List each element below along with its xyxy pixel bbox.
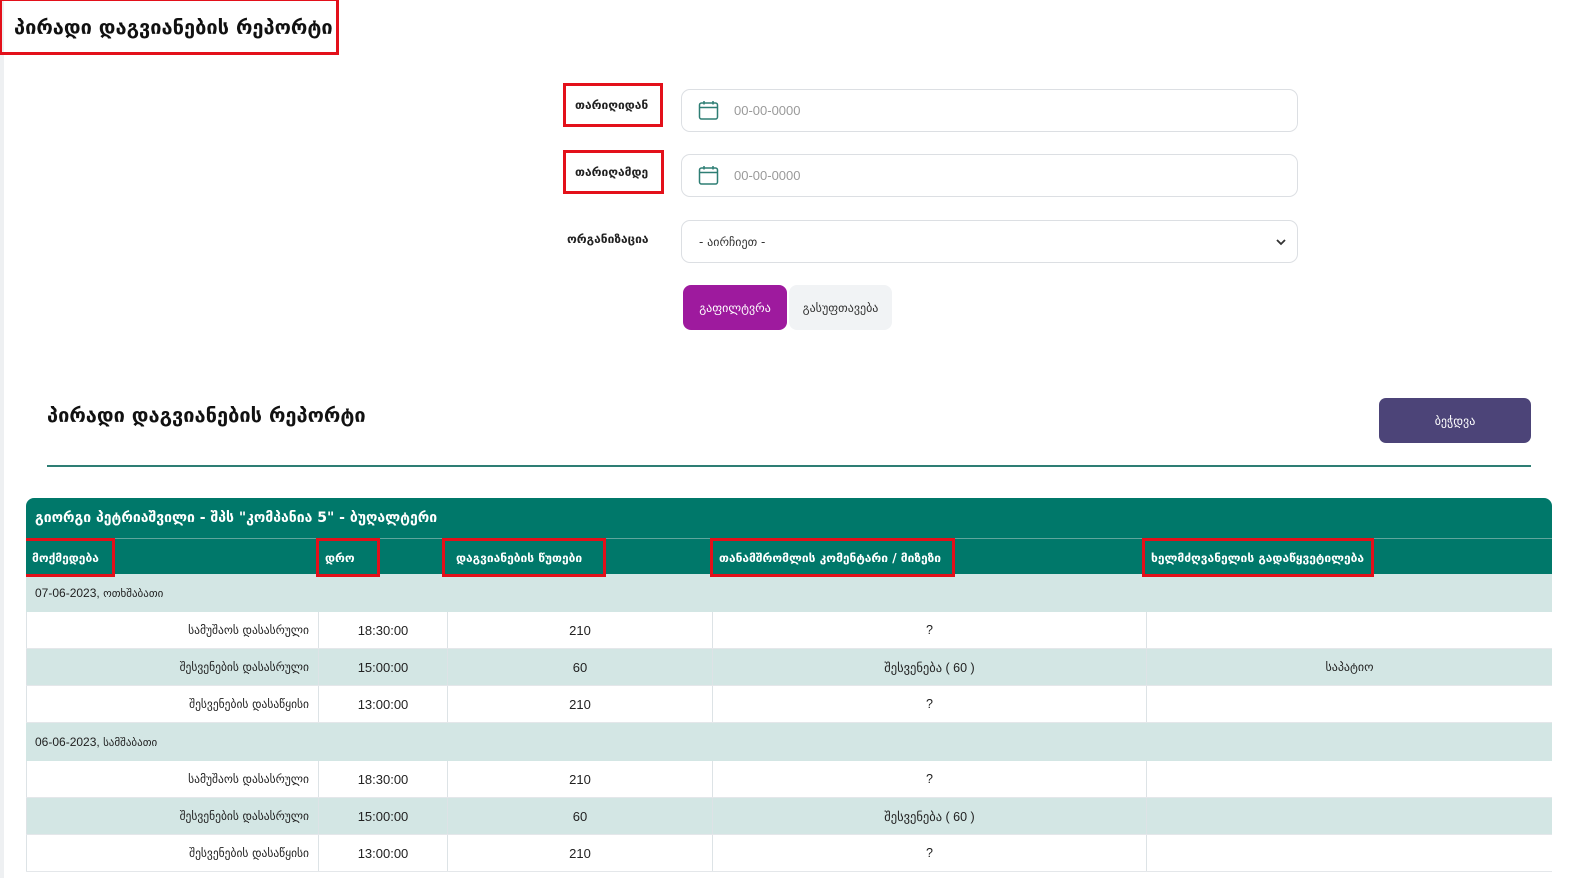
cell-employee-comment: შესვენება ( 60 ) — [713, 649, 1147, 685]
column-header-late-minutes: დაგვიანების წუთები — [442, 538, 606, 577]
cell-time: 13:00:00 — [319, 835, 448, 871]
organization-label: ორგანიზაცია — [567, 232, 649, 246]
date-to-field[interactable] — [681, 154, 1298, 197]
cell-manager-decision — [1147, 761, 1552, 797]
table-row: სამუშაოს დასასრული 18:30:00 210 ? — [26, 612, 1552, 649]
date-to-input[interactable] — [734, 168, 1234, 183]
print-button[interactable]: ბეჭდვა — [1379, 398, 1531, 443]
cell-late-minutes: 210 — [448, 761, 713, 797]
column-header-employee-comment: თანამშრომლის კომენტარი / მიზეზი — [710, 538, 955, 577]
clear-button[interactable]: გასუფთავება — [789, 285, 892, 330]
organization-selected-value: - აირჩიეთ - — [699, 234, 766, 249]
cell-late-minutes: 210 — [448, 686, 713, 722]
cell-time: 15:00:00 — [319, 798, 448, 834]
cell-late-minutes: 210 — [448, 835, 713, 871]
calendar-icon[interactable] — [698, 100, 719, 121]
cell-time: 15:00:00 — [319, 649, 448, 685]
cell-late-minutes: 210 — [448, 612, 713, 648]
date-group-date: 06-06-2023, — [35, 735, 100, 749]
date-from-field[interactable] — [681, 89, 1298, 132]
chevron-down-icon — [1275, 236, 1287, 248]
cell-employee-comment: ? — [713, 686, 1147, 722]
date-group-weekday: ოთხშაბათი — [103, 586, 164, 600]
cell-late-minutes: 60 — [448, 649, 713, 685]
left-edge-strip — [0, 0, 4, 878]
cell-action: შესვენების დასაწყისი — [26, 686, 319, 722]
date-group-row: 07-06-2023, ოთხშაბათი — [26, 574, 1552, 612]
date-to-label: თარიღამდე — [563, 150, 664, 194]
filter-button[interactable]: გაფილტვრა — [683, 285, 787, 330]
cell-manager-decision — [1147, 612, 1552, 648]
cell-time: 13:00:00 — [319, 686, 448, 722]
cell-employee-comment: ? — [713, 612, 1147, 648]
report-title: პირადი დაგვიანების რეპორტი — [47, 403, 366, 427]
table-row: შესვენების დასაწყისი 13:00:00 210 ? — [26, 835, 1552, 872]
cell-employee-comment: შესვენება ( 60 ) — [713, 798, 1147, 834]
calendar-icon[interactable] — [698, 165, 719, 186]
column-header-manager-decision: ხელმძღვანელის გადაწყვეტილება — [1142, 538, 1374, 577]
cell-manager-decision — [1147, 798, 1552, 834]
cell-manager-decision — [1147, 686, 1552, 722]
cell-action: სამუშაოს დასასრული — [26, 761, 319, 797]
table-row: შესვენების დასაწყისი 13:00:00 210 ? — [26, 686, 1552, 723]
cell-time: 18:30:00 — [319, 612, 448, 648]
column-header-action: მოქმედება — [26, 538, 115, 577]
date-from-label: თარიღიდან — [563, 83, 663, 127]
cell-manager-decision — [1147, 835, 1552, 871]
cell-action: სამუშაოს დასასრული — [26, 612, 319, 648]
employee-group-header: გიორგი პეტრიაშვილი - შპს "კომპანია 5" - … — [26, 498, 1552, 538]
cell-action: შესვენების დასასრული — [26, 798, 319, 834]
cell-employee-comment: ? — [713, 835, 1147, 871]
date-from-input[interactable] — [734, 103, 1234, 118]
cell-late-minutes: 60 — [448, 798, 713, 834]
table-row: სამუშაოს დასასრული 18:30:00 210 ? — [26, 761, 1552, 798]
cell-action: შესვენების დასასრული — [26, 649, 319, 685]
date-group-date: 07-06-2023, — [35, 586, 100, 600]
organization-select[interactable]: - აირჩიეთ - — [681, 220, 1298, 263]
cell-action: შესვენების დასაწყისი — [26, 835, 319, 871]
cell-manager-decision: საპატიო — [1325, 660, 1374, 674]
date-group-row: 06-06-2023, სამშაბათი — [26, 723, 1552, 761]
section-divider — [47, 465, 1531, 467]
table-row: შესვენების დასასრული 15:00:00 60 შესვენე… — [26, 649, 1552, 686]
table-row: შესვენების დასასრული 15:00:00 60 შესვენე… — [26, 798, 1552, 835]
table-header-row: მოქმედება დრო დაგვიანების წუთები თანამშრ… — [26, 538, 1552, 577]
column-header-time: დრო — [316, 538, 380, 577]
date-group-weekday: სამშაბათი — [103, 735, 158, 749]
report-table: გიორგი პეტრიაშვილი - შპს "კომპანია 5" - … — [26, 498, 1552, 878]
page-title: პირადი დაგვიანების რეპორტი — [0, 0, 339, 55]
cell-employee-comment: ? — [713, 761, 1147, 797]
cell-time: 18:30:00 — [319, 761, 448, 797]
